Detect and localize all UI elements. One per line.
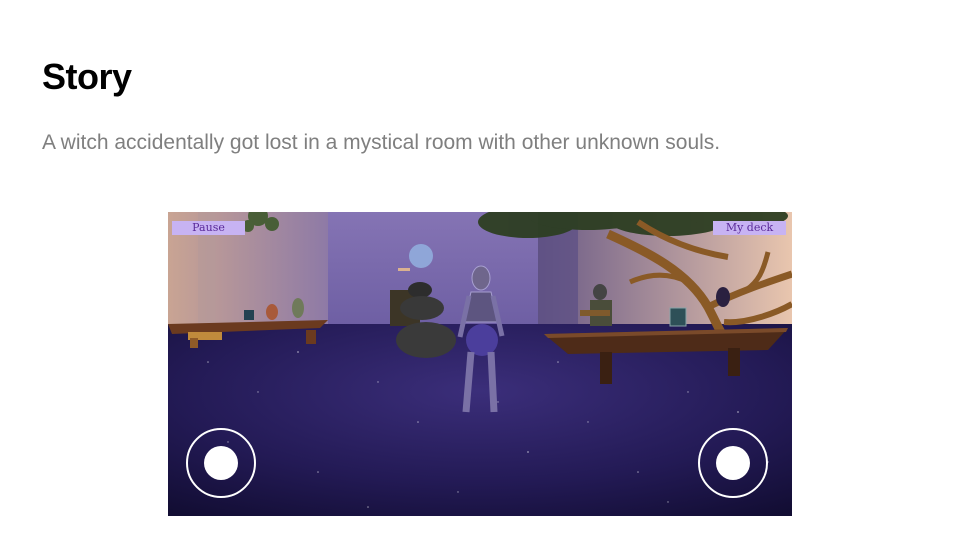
pause-button[interactable]: Pause <box>172 221 245 235</box>
floating-orb <box>409 244 433 268</box>
slide-subtitle: A witch accidentally got lost in a mysti… <box>42 131 721 154</box>
left-joystick[interactable] <box>186 428 256 498</box>
right-joystick[interactable] <box>698 428 768 498</box>
left-joystick-knob[interactable] <box>204 446 238 480</box>
slide-title: Story <box>42 56 132 97</box>
right-joystick-knob[interactable] <box>716 446 750 480</box>
my-deck-button[interactable]: My deck <box>713 221 786 235</box>
game-screenshot: Pause My deck <box>168 212 792 516</box>
